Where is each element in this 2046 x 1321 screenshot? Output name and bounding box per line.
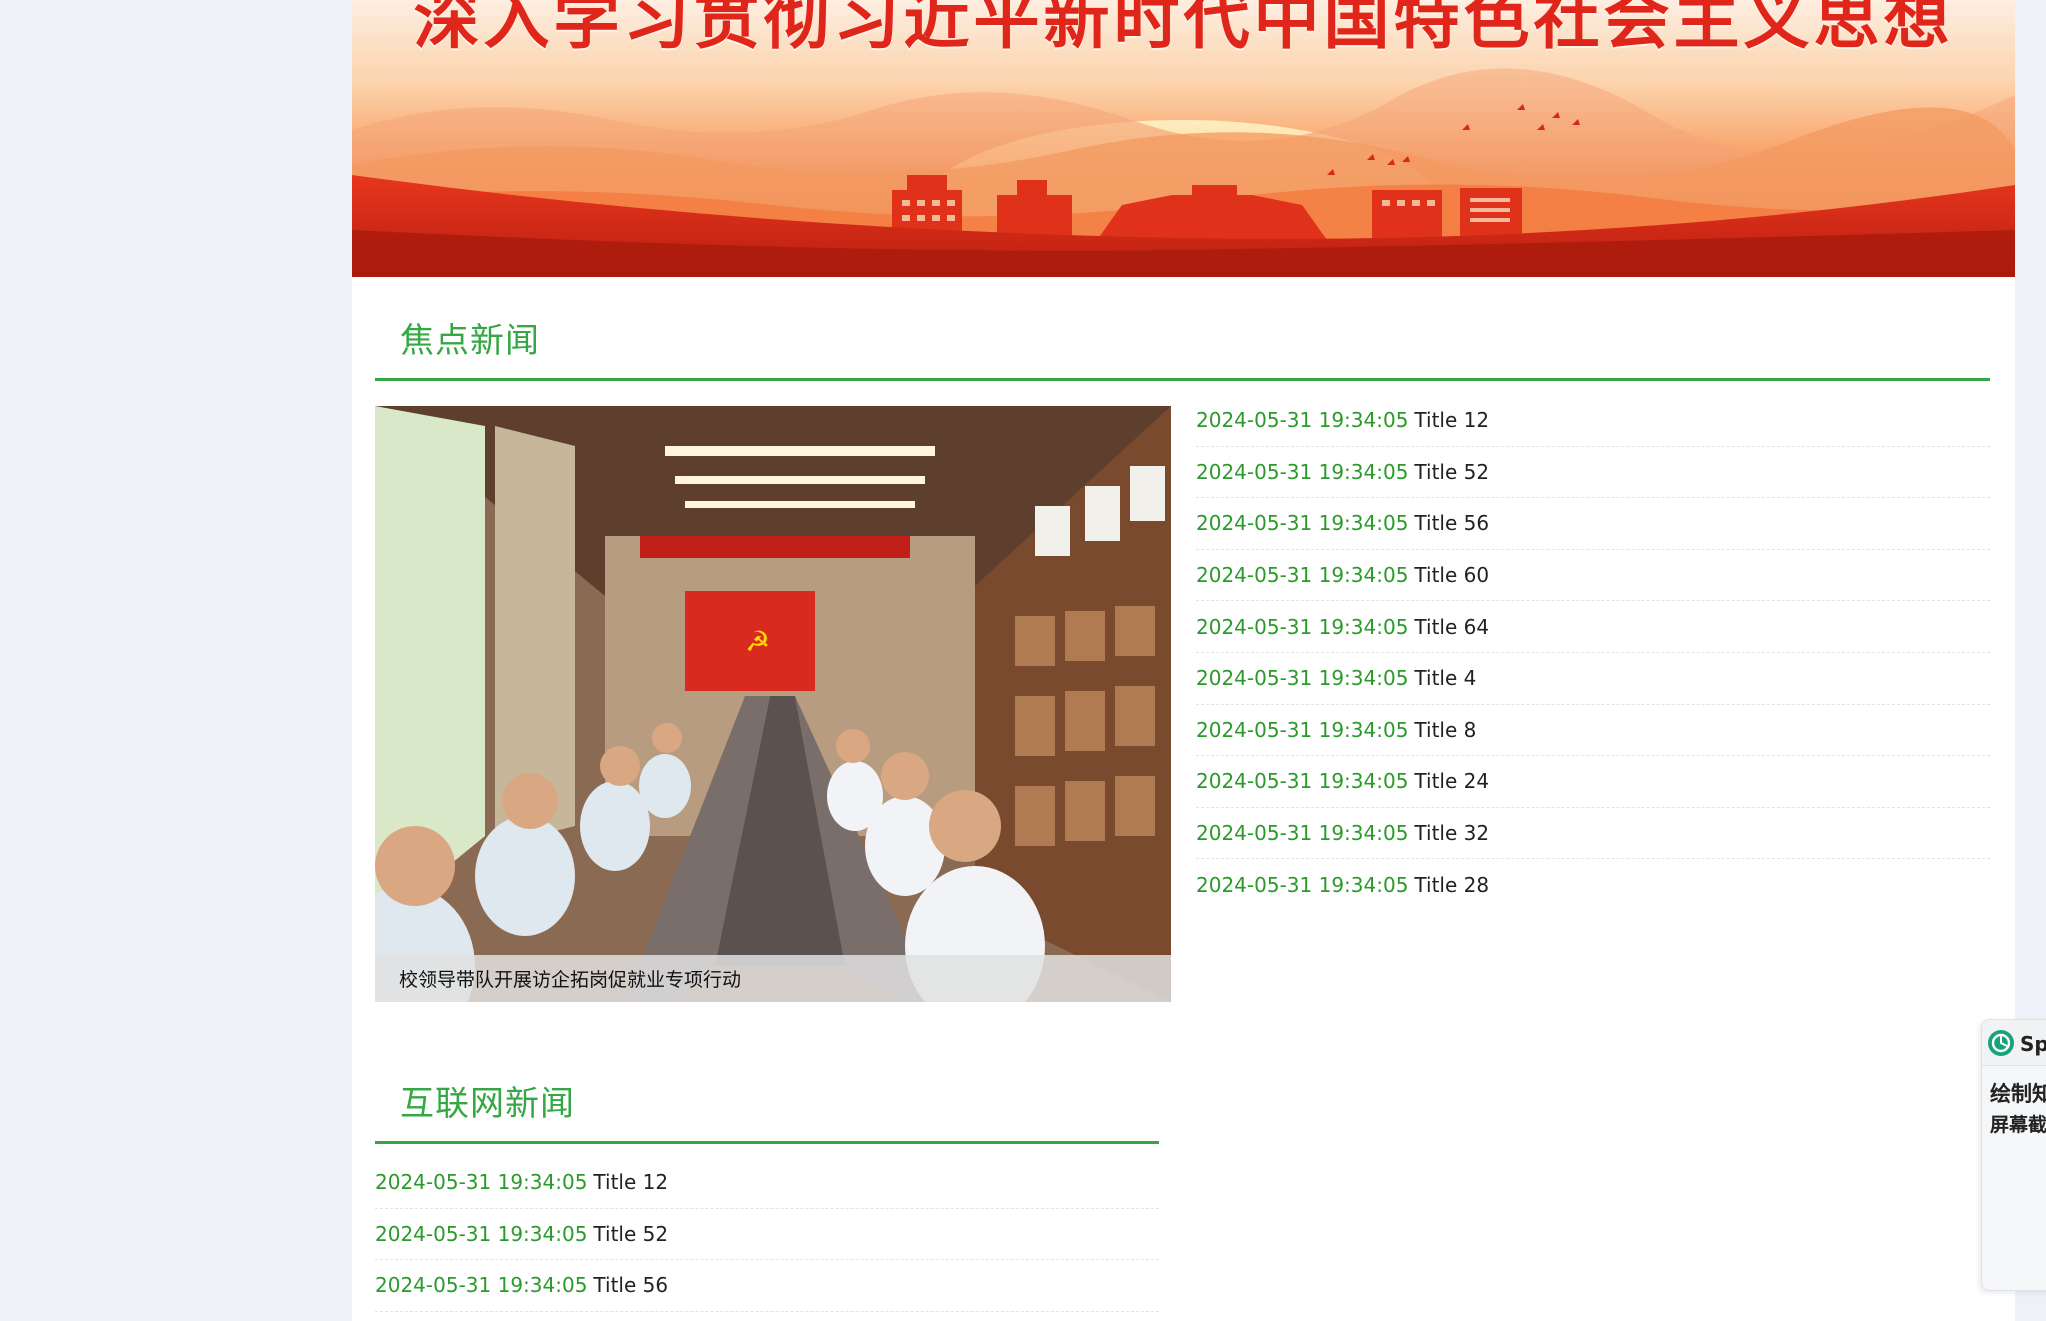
widget-header[interactable]: Spe bbox=[1982, 1020, 2046, 1066]
news-title-link[interactable]: Title 32 bbox=[1414, 821, 1489, 845]
news-item[interactable]: 2024-05-31 19:34:05 Title 12 bbox=[375, 1157, 1159, 1209]
assistant-logo-icon bbox=[1988, 1030, 2014, 1056]
hammer-sickle-icon: ☭ bbox=[745, 625, 770, 658]
news-date: 2024-05-31 19:34:05 bbox=[1196, 873, 1409, 898]
widget-action-screenshot[interactable]: 屏幕截 bbox=[1990, 1110, 2046, 1137]
news-item[interactable]: 2024-05-31 19:34:05 Title 60 bbox=[1196, 550, 1990, 602]
focus-news-heading: 焦点新闻 bbox=[400, 321, 540, 361]
focus-news-divider bbox=[375, 378, 1990, 381]
focus-news-list: 2024-05-31 19:34:05 Title 12 2024-05-31 1… bbox=[1196, 395, 1990, 911]
header-banner: 深入学习贯彻习近平新时代中国特色社会主义思想 bbox=[352, 0, 2015, 277]
news-item[interactable]: 2024-05-31 19:34:05 Title 64 bbox=[1196, 601, 1990, 653]
news-title-link[interactable]: Title 52 bbox=[593, 1222, 668, 1246]
photo-caption[interactable]: 校领导带队开展访企拓岗促就业专项行动 bbox=[399, 965, 741, 992]
news-date: 2024-05-31 19:34:05 bbox=[1196, 408, 1409, 433]
news-date: 2024-05-31 19:34:05 bbox=[375, 1221, 588, 1246]
news-date: 2024-05-31 19:34:05 bbox=[1196, 666, 1409, 691]
news-date: 2024-05-31 19:34:05 bbox=[375, 1170, 588, 1195]
floating-assistant-widget[interactable]: Spe 绘制知 屏幕截 bbox=[1981, 1019, 2046, 1291]
news-title-link[interactable]: Title 52 bbox=[1414, 460, 1489, 484]
news-title-link[interactable]: Title 28 bbox=[1414, 873, 1489, 897]
news-item[interactable]: 2024-05-31 19:34:05 Title 56 bbox=[1196, 498, 1990, 550]
page: 深入学习贯彻习近平新时代中国特色社会主义思想 焦点新闻 ☭ 校领导带队开展访企拓… bbox=[0, 0, 2046, 1321]
widget-name: Spe bbox=[2020, 1032, 2046, 1056]
internet-news-divider bbox=[375, 1141, 1159, 1144]
news-title-link[interactable]: Title 12 bbox=[593, 1170, 668, 1194]
news-item[interactable]: 2024-05-31 19:34:05 Title 52 bbox=[1196, 447, 1990, 499]
news-date: 2024-05-31 19:34:05 bbox=[1196, 511, 1409, 536]
news-date: 2024-05-31 19:34:05 bbox=[1196, 459, 1409, 484]
news-date: 2024-05-31 19:34:05 bbox=[1196, 821, 1409, 846]
banner-title: 深入学习贯彻习近平新时代中国特色社会主义思想 bbox=[413, 0, 1954, 58]
photo-caption-bar: 校领导带队开展访企拓岗促就业专项行动 bbox=[375, 955, 1171, 1002]
news-date: 2024-05-31 19:34:05 bbox=[1196, 717, 1409, 742]
internet-news-heading: 互联网新闻 bbox=[400, 1084, 575, 1124]
news-title-link[interactable]: Title 8 bbox=[1414, 718, 1476, 742]
news-date: 2024-05-31 19:34:05 bbox=[1196, 563, 1409, 588]
news-title-link[interactable]: Title 64 bbox=[1414, 615, 1489, 639]
news-item[interactable]: 2024-05-31 19:34:05 Title 56 bbox=[375, 1260, 1159, 1312]
news-title-link[interactable]: Title 4 bbox=[1414, 666, 1476, 690]
news-title-link[interactable]: Title 60 bbox=[1414, 563, 1489, 587]
news-item[interactable]: 2024-05-31 19:34:05 Title 24 bbox=[1196, 756, 1990, 808]
news-title-link[interactable]: Title 56 bbox=[593, 1273, 668, 1297]
main-column: 深入学习贯彻习近平新时代中国特色社会主义思想 焦点新闻 ☭ 校领导带队开展访企拓… bbox=[352, 0, 2015, 1321]
news-title-link[interactable]: Title 24 bbox=[1414, 769, 1489, 793]
news-item[interactable]: 2024-05-31 19:34:05 Title 28 bbox=[1196, 859, 1990, 911]
news-date: 2024-05-31 19:34:05 bbox=[1196, 769, 1409, 794]
news-item[interactable]: 2024-05-31 19:34:05 Title 12 bbox=[1196, 395, 1990, 447]
internet-news-list: 2024-05-31 19:34:05 Title 12 2024-05-31 1… bbox=[375, 1157, 1159, 1312]
meeting-room-photo: ☭ bbox=[375, 406, 1171, 1002]
news-item[interactable]: 2024-05-31 19:34:05 Title 8 bbox=[1196, 705, 1990, 757]
focus-news-photo[interactable]: ☭ 校领导带队开展访企拓岗促就业专项行动 bbox=[375, 406, 1171, 1002]
news-item[interactable]: 2024-05-31 19:34:05 Title 32 bbox=[1196, 808, 1990, 860]
news-title-link[interactable]: Title 12 bbox=[1414, 408, 1489, 432]
news-date: 2024-05-31 19:34:05 bbox=[375, 1273, 588, 1298]
news-date: 2024-05-31 19:34:05 bbox=[1196, 614, 1409, 639]
news-title-link[interactable]: Title 56 bbox=[1414, 511, 1489, 535]
news-item[interactable]: 2024-05-31 19:34:05 Title 4 bbox=[1196, 653, 1990, 705]
widget-action-draw[interactable]: 绘制知 bbox=[1990, 1078, 2046, 1108]
news-item[interactable]: 2024-05-31 19:34:05 Title 52 bbox=[375, 1209, 1159, 1261]
